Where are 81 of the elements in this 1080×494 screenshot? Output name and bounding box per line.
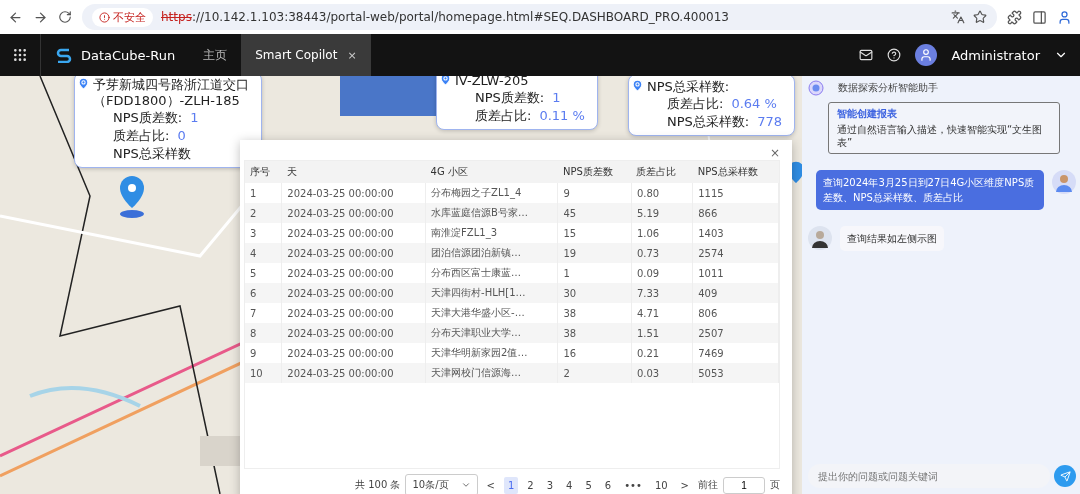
page-input[interactable]: 1 bbox=[723, 476, 765, 494]
popup-title: NPS总采样数: bbox=[647, 79, 731, 95]
chat-message: 查询2024年3月25日到27日4G小区维度NPS质差数、NPS总采样数、质差占比 bbox=[816, 170, 1044, 210]
prev-page-button[interactable]: < bbox=[482, 476, 499, 494]
feature-card[interactable]: 智能创建报表 通过自然语言输入描述，快速智能实现“文生图表” bbox=[828, 102, 1060, 154]
popup-label: 质差占比: bbox=[475, 107, 532, 125]
next-page-button[interactable]: > bbox=[676, 476, 693, 494]
caret-icon bbox=[460, 480, 471, 490]
table-cell: 天津网校门信源海… bbox=[425, 363, 558, 383]
column-header: 质差占比 bbox=[631, 161, 693, 183]
goto-label: 前往 bbox=[698, 478, 718, 492]
forward-icon[interactable] bbox=[33, 9, 48, 25]
popup-label: 质差占比: bbox=[113, 127, 170, 145]
popup-title: 予芽新城四号路浙江道交口 bbox=[93, 77, 249, 93]
brand-name: DataCube-Run bbox=[81, 47, 176, 63]
chat-message: 查询结果如左侧示图 bbox=[840, 226, 944, 251]
user-name[interactable]: Administrator bbox=[951, 47, 1040, 63]
popup-value: 0.64 % bbox=[731, 95, 777, 113]
popup-value: 1 bbox=[190, 109, 199, 127]
card-description: 通过自然语言输入描述，快速智能实现“文生图表” bbox=[837, 123, 1044, 149]
page-suffix: 页 bbox=[770, 478, 780, 492]
pin-icon bbox=[631, 79, 644, 92]
popup-value: 0 bbox=[177, 127, 186, 145]
back-icon[interactable] bbox=[8, 9, 23, 25]
page-button[interactable]: ••• bbox=[620, 476, 646, 494]
assistant-logo-icon bbox=[808, 80, 824, 96]
star-icon[interactable] bbox=[973, 10, 987, 24]
column-header: NPS总采样数 bbox=[692, 161, 779, 183]
table-cell: 2024-03-25 00:00:00 bbox=[281, 363, 426, 383]
page-button[interactable]: 5 bbox=[581, 476, 596, 494]
close-icon[interactable]: × bbox=[769, 148, 780, 158]
sidebar-icon[interactable] bbox=[1032, 9, 1047, 25]
logo-icon bbox=[55, 47, 73, 63]
table-cell: 2 bbox=[557, 363, 632, 383]
nav-tab[interactable]: Smart Copilot × bbox=[241, 34, 371, 76]
address-bar[interactable]: 不安全 https://10.142.1.103:38443/portal-web/portal/homepage.html#SEQ.DASHBOARD_PRO.400013 bbox=[82, 4, 997, 30]
avatar-icon bbox=[808, 226, 832, 250]
assistant-name: 数据探索分析智能助手 bbox=[838, 81, 938, 95]
send-button[interactable] bbox=[1054, 465, 1076, 487]
popup-value: 1 bbox=[552, 89, 561, 107]
column-header: 4G 小区 bbox=[425, 161, 558, 183]
map-pin-icon[interactable] bbox=[117, 174, 147, 218]
table-cell: 10 bbox=[245, 363, 282, 383]
profile-icon[interactable] bbox=[1057, 9, 1072, 25]
column-header: NPS质差数 bbox=[557, 161, 632, 183]
popup-label: NPS质差数: bbox=[113, 109, 183, 127]
security-chip[interactable]: 不安全 bbox=[92, 7, 153, 27]
column-header: 序号 bbox=[245, 161, 282, 183]
page-button[interactable]: 10 bbox=[650, 476, 672, 494]
chat-text-field[interactable]: 提出你的问题或问题关键词 bbox=[808, 464, 1050, 488]
page-button[interactable]: 6 bbox=[600, 476, 616, 494]
puzzle-icon[interactable] bbox=[1007, 9, 1022, 25]
url-text: https://10.142.1.103:38443/portal-web/portal/homepage.html#SEQ.DASHBOARD_PRO.400013 bbox=[161, 10, 730, 24]
page-button[interactable]: 4 bbox=[562, 476, 577, 494]
card-title: 智能创建报表 bbox=[837, 107, 898, 121]
popup-title: IV-ZLW-205 bbox=[455, 76, 530, 89]
table-cell: 5053 bbox=[692, 363, 779, 383]
mail-icon[interactable] bbox=[859, 48, 874, 62]
close-icon[interactable]: × bbox=[347, 48, 357, 62]
page-button[interactable]: 1 bbox=[503, 476, 519, 494]
column-header: 天 bbox=[281, 161, 426, 183]
help-icon[interactable] bbox=[887, 48, 902, 62]
reload-icon[interactable] bbox=[58, 10, 72, 24]
send-icon bbox=[1059, 470, 1071, 482]
nav-tab[interactable]: 主页 bbox=[189, 34, 242, 76]
popup-label: NPS总采样数: bbox=[667, 113, 750, 131]
popup-label: NPS总采样数 bbox=[113, 145, 191, 163]
translate-icon[interactable] bbox=[951, 10, 965, 24]
popup-value: 0.11 % bbox=[539, 107, 585, 125]
popup-label: NPS质差数: bbox=[475, 89, 545, 107]
total-count: 共 100 条 bbox=[355, 478, 401, 492]
user-avatar[interactable] bbox=[915, 44, 938, 66]
warning-icon bbox=[99, 11, 110, 23]
table-cell: 0.03 bbox=[631, 363, 693, 383]
popup-label: 质差占比: bbox=[667, 95, 724, 113]
page-button[interactable]: 3 bbox=[542, 476, 558, 494]
avatar-icon bbox=[1052, 170, 1076, 194]
page-button[interactable]: 2 bbox=[523, 476, 538, 494]
page-size-select[interactable]: 10条/页 bbox=[405, 474, 478, 494]
popup-title: （FDD1800）-ZLH-185 bbox=[93, 93, 241, 109]
popup-value: 778 bbox=[757, 113, 783, 131]
